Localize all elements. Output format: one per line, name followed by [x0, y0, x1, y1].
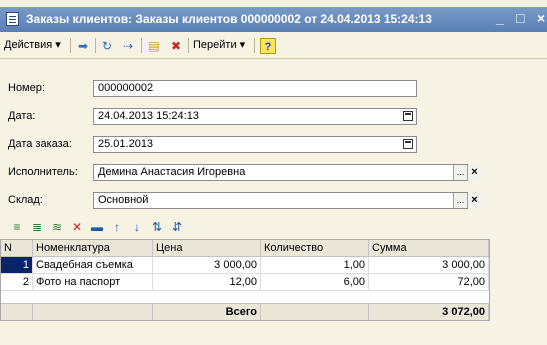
date-label: Дата: — [8, 110, 36, 122]
background-strip — [0, 0, 547, 7]
delete-row-icon[interactable]: ✕ — [70, 219, 84, 235]
add-row-icon[interactable]: ≡ — [10, 219, 24, 235]
executor-clear-button[interactable]: × — [467, 165, 481, 180]
post-document-icon[interactable]: ➡ — [75, 38, 91, 54]
footer-total-label: Всего — [153, 303, 261, 320]
item-cell[interactable]: Фото на паспорт — [33, 274, 153, 291]
executor-field[interactable]: Демина Анастасия Игоревна — [93, 164, 468, 181]
title-bar[interactable]: Заказы клиентов: Заказы клиентов 0000000… — [0, 7, 547, 32]
refresh-icon[interactable]: ↻ — [99, 38, 115, 54]
sort-descending-icon[interactable]: ⇵ — [170, 219, 184, 235]
qty-cell[interactable]: 1,00 — [261, 257, 369, 274]
row-number-cell[interactable]: 1 — [1, 257, 33, 274]
move-down-icon[interactable]: ↓ — [130, 219, 144, 235]
maximize-button[interactable]: □ — [516, 10, 524, 26]
structure-icon[interactable]: ⇢ — [120, 38, 136, 54]
executor-label: Исполнитель: — [8, 166, 78, 178]
warehouse-clear-button[interactable]: × — [467, 193, 481, 208]
toolbar-separator — [254, 38, 255, 53]
order-date-label: Дата заказа: — [8, 138, 72, 150]
document-icon — [6, 12, 19, 26]
footer-cell — [261, 303, 369, 320]
date-field[interactable]: 24.04.2013 15:24:13 — [93, 108, 417, 125]
calendar-icon[interactable] — [403, 139, 413, 149]
copy-row-icon[interactable]: ≣ — [30, 219, 44, 235]
warehouse-select-button[interactable]: ... — [453, 193, 467, 208]
sum-cell[interactable]: 72,00 — [369, 274, 489, 291]
executor-select-button[interactable]: ... — [453, 165, 467, 180]
help-button[interactable]: ? — [260, 38, 276, 54]
item-cell[interactable]: Свадебная съемка — [33, 257, 153, 274]
footer-total-value: 3 072,00 — [369, 303, 489, 320]
toolbar-separator — [141, 38, 142, 53]
footer-cell — [1, 303, 33, 320]
toolbar-separator — [70, 38, 71, 53]
number-field[interactable]: 000000002 — [93, 80, 417, 97]
sort-ascending-icon[interactable]: ⇅ — [150, 219, 164, 235]
document-window: Заказы клиентов: Заказы клиентов 0000000… — [0, 7, 547, 345]
close-button[interactable]: × — [537, 10, 545, 26]
items-table: N Номенклатура Цена Количество Сумма 1 С… — [0, 239, 490, 321]
column-header-price[interactable]: Цена — [153, 240, 261, 257]
toolbar-separator — [95, 38, 96, 53]
row-number-cell[interactable]: 2 — [1, 274, 33, 291]
order-date-field[interactable]: 25.01.2013 — [93, 136, 417, 153]
column-header-n[interactable]: N — [1, 240, 33, 257]
end-edit-icon[interactable]: ▬ — [90, 219, 104, 235]
window-title: Заказы клиентов: Заказы клиентов 0000000… — [26, 12, 432, 26]
toolbar-separator — [188, 38, 189, 53]
qty-cell[interactable]: 6,00 — [261, 274, 369, 291]
sum-cell[interactable]: 3 000,00 — [369, 257, 489, 274]
toolbar: Действия ▾ ➡ ↻ ⇢ ▤ ✖ Перейти ▾ ? — [0, 34, 547, 59]
calendar-icon[interactable] — [403, 111, 413, 121]
price-cell[interactable]: 3 000,00 — [153, 257, 261, 274]
create-based-on-icon[interactable]: ▤ — [146, 38, 162, 54]
warehouse-field[interactable]: Основной — [93, 192, 468, 209]
number-label: Номер: — [8, 82, 45, 94]
minimize-button[interactable]: _ — [496, 10, 504, 26]
actions-menu[interactable]: Действия ▾ — [4, 37, 61, 54]
column-header-sum[interactable]: Сумма — [369, 240, 489, 257]
move-up-icon[interactable]: ↑ — [110, 219, 124, 235]
goto-menu[interactable]: Перейти ▾ — [193, 37, 245, 54]
column-header-qty[interactable]: Количество — [261, 240, 369, 257]
column-header-item[interactable]: Номенклатура — [33, 240, 153, 257]
price-cell[interactable]: 12,00 — [153, 274, 261, 291]
warehouse-label: Склад: — [8, 194, 43, 206]
delete-mark-icon[interactable]: ✖ — [168, 38, 184, 54]
edit-row-icon[interactable]: ≋ — [50, 219, 64, 235]
footer-cell — [33, 303, 153, 320]
